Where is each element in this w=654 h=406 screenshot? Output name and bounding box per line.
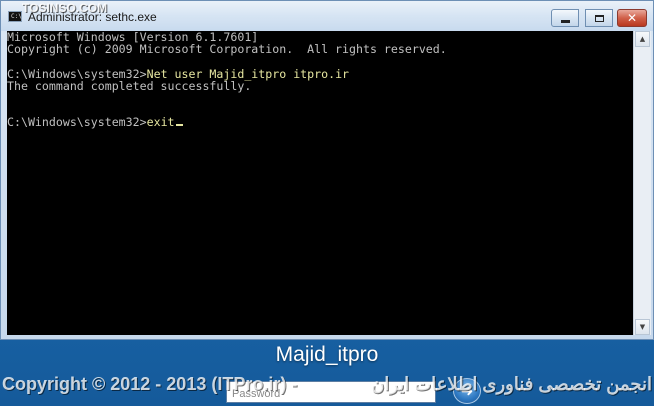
console-command: exit	[146, 115, 175, 130]
console-line: C:\Windows\system32>exit	[7, 116, 633, 128]
console-text: Microsoft Windows [Version 6.1.7601] Copy…	[7, 31, 633, 129]
console-icon-glyph: C:\	[11, 13, 22, 20]
maximize-icon	[594, 14, 604, 22]
console-icon[interactable]: C:\	[8, 11, 22, 22]
watermark-left: Copyright © 2012 - 2013 (ITPro.ir) -	[2, 374, 298, 394]
text-cursor	[175, 124, 183, 127]
user-name: Majid_itpro	[275, 343, 379, 366]
close-icon: ✕	[626, 11, 638, 25]
watermark-site: TOSINSO.COM	[22, 1, 108, 15]
console-output[interactable]: Microsoft Windows [Version 6.1.7601] Copy…	[7, 31, 633, 335]
vertical-scrollbar[interactable]: ▲ ▼	[633, 31, 651, 335]
maximize-button[interactable]	[585, 9, 613, 27]
close-button[interactable]: ✕	[617, 9, 647, 27]
minimize-icon	[560, 19, 570, 23]
scroll-up-icon[interactable]: ▲	[635, 31, 650, 47]
console-prompt: C:\Windows\system32>	[7, 115, 147, 130]
watermark: Copyright © 2012 - 2013 (ITPro.ir) - انج…	[2, 374, 654, 398]
console-line: The command completed successfully.	[7, 78, 252, 93]
console-line: Copyright (c) 2009 Microsoft Corporation…	[7, 42, 447, 57]
watermark-right: انجمن تخصصی فناوری اطلاعات ایران	[371, 374, 652, 394]
console-window[interactable]: C:\ Administrator: sethc.exe ✕ Microsoft…	[0, 0, 654, 340]
minimize-button[interactable]	[551, 9, 579, 27]
scroll-down-icon[interactable]: ▼	[635, 319, 650, 335]
console-line: C:\Windows\system32>Net user Majid_itpro…	[7, 67, 633, 80]
